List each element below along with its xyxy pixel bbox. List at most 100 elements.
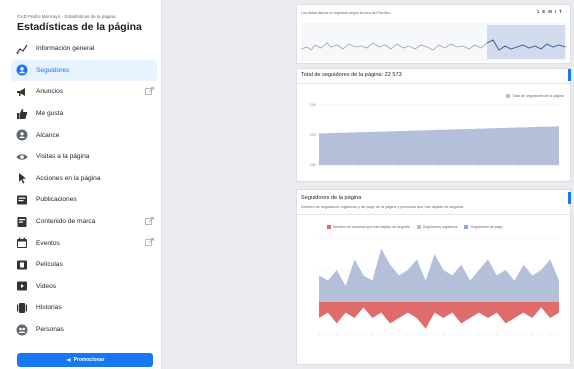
data-point (358, 131, 360, 133)
trend-icon (16, 43, 28, 55)
reach-icon (16, 129, 28, 141)
page-followers-title: Seguidores de la página (301, 195, 362, 201)
legend-swatch (506, 94, 511, 98)
range-button[interactable]: I (555, 9, 556, 14)
film-icon (16, 259, 28, 271)
breadcrumb[interactable]: GAD Pedro Moncayo · Estadísticas de la p… (17, 14, 116, 19)
page-followers-card: Seguidores de la página Número de seguid… (296, 189, 572, 365)
page-followers-subtitle: Número de seguidores orgánicos y de pago… (301, 205, 464, 209)
promote-button[interactable]: Promocionar (17, 353, 153, 367)
sidebar-item-label: Anuncios (36, 88, 64, 96)
data-point (368, 131, 370, 133)
legend-label: Seguidores orgánicos (422, 225, 458, 229)
sidebar-item-label: Personas (36, 326, 64, 334)
divider (297, 214, 572, 215)
data-point (558, 126, 560, 127)
divider (297, 83, 572, 84)
sidebar-item-eventos[interactable]: Eventos (11, 232, 157, 254)
range-selector: 1 E M I T (537, 9, 562, 14)
sidebar-item-label: Eventos (36, 239, 60, 247)
sidebar-item-historias[interactable]: Historias (11, 297, 157, 319)
sidebar: GAD Pedro Moncayo · Estadísticas de la p… (0, 0, 162, 369)
daily-data-card: Los datos diarios se registran según la … (296, 4, 571, 64)
sidebar-item-label: Seguidores (36, 66, 70, 74)
sidebar-item-alcance[interactable]: Alcance (11, 124, 157, 146)
branded-content-icon (16, 216, 28, 228)
external-link-icon[interactable] (145, 238, 154, 247)
sidebar-item-visitas[interactable]: Visitas a la página (11, 146, 157, 168)
sidebar-item-label: Me gusta (36, 110, 64, 118)
range-button[interactable]: M (548, 9, 552, 14)
eye-icon (16, 151, 28, 163)
cursor-icon (16, 172, 28, 184)
sidebar-item-acciones[interactable]: Acciones en la página (11, 168, 157, 190)
data-point (408, 130, 410, 132)
legend-label: Total de seguidores de la página (512, 94, 564, 98)
y-tick-label: 24K (310, 103, 317, 107)
area-series-organic-followers (319, 248, 559, 302)
video-icon (16, 280, 28, 292)
range-button[interactable]: T (559, 9, 562, 14)
sidebar-item-me-gusta[interactable]: Me gusta (11, 103, 157, 125)
legend-item[interactable]: Total de seguidores de la página (506, 94, 564, 98)
megaphone-icon (66, 358, 71, 362)
legend-swatch (416, 225, 421, 229)
data-point (428, 129, 430, 131)
data-point (438, 129, 440, 131)
sidebar-item-peliculas[interactable]: Películas (11, 254, 157, 276)
sidebar-item-videos[interactable]: Videos (11, 276, 157, 298)
range-button[interactable]: E (542, 9, 545, 14)
sidebar-item-anuncios[interactable]: Anuncios (11, 81, 157, 103)
total-followers-card: Total de seguidores de la página: 22 573… (296, 68, 572, 182)
y-tick-label: 20K (310, 163, 317, 167)
sidebar-item-label: Historias (36, 304, 62, 312)
chart-legend: Total de seguidores de la página (506, 94, 564, 98)
thumbs-up-icon (16, 108, 28, 120)
data-point (328, 132, 330, 134)
sidebar-item-publicaciones[interactable]: Publicaciones (11, 189, 157, 211)
sidebar-item-label: Publicaciones (36, 196, 77, 204)
data-point (518, 127, 520, 128)
timezone-note: Los datos diarios se registran según la … (301, 11, 392, 15)
total-followers-chart: 20K 22K 24K (310, 103, 560, 167)
range-button[interactable]: 1 (537, 9, 540, 14)
legend-item[interactable]: Seguidores orgánicos (416, 225, 458, 229)
sidebar-item-label: Alcance (36, 131, 60, 139)
legend-item[interactable]: Seguidores de pago (464, 225, 503, 229)
data-point (538, 126, 540, 128)
stories-icon (16, 302, 28, 314)
data-point (448, 129, 450, 130)
timeline-scrubber[interactable] (301, 23, 567, 61)
timeline-selection[interactable] (487, 25, 565, 59)
legend-label: Número de usuarios que han dejado de seg… (333, 225, 410, 229)
data-point (388, 131, 390, 132)
y-tick-label: 22K (310, 133, 317, 137)
card-edge-tab[interactable] (568, 69, 571, 81)
sidebar-item-seguidores[interactable]: Seguidores (11, 59, 157, 82)
sidebar-item-personas[interactable]: Personas (11, 319, 157, 341)
sidebar-item-label: Acciones en la página (36, 174, 101, 182)
sidebar-item-informacion-general[interactable]: Información general (11, 38, 157, 60)
sidebar-item-label: Videos (36, 282, 57, 290)
data-point (378, 131, 380, 133)
data-point (478, 128, 480, 130)
data-point (528, 126, 530, 128)
data-point (468, 128, 470, 130)
data-point (418, 130, 420, 131)
chart-legend: Número de usuarios que han dejado de seg… (327, 225, 503, 229)
area-series-unfollows (319, 302, 559, 329)
sidebar-item-contenido-de-marca[interactable]: Contenido de marca (11, 211, 157, 233)
legend-swatch (464, 225, 469, 229)
promote-button-label: Promocionar (73, 357, 105, 363)
legend-label: Seguidores de pago (470, 225, 503, 229)
card-edge-tab[interactable] (568, 192, 571, 204)
external-link-icon[interactable] (145, 87, 154, 96)
data-point (498, 127, 500, 129)
area-series-total-followers (319, 126, 559, 165)
external-link-icon[interactable] (145, 216, 154, 226)
page-followers-chart (318, 237, 559, 336)
sidebar-item-label: Información general (36, 45, 95, 53)
posts-icon (16, 194, 28, 206)
legend-item[interactable]: Número de usuarios que han dejado de seg… (327, 225, 410, 229)
data-point (458, 128, 460, 130)
